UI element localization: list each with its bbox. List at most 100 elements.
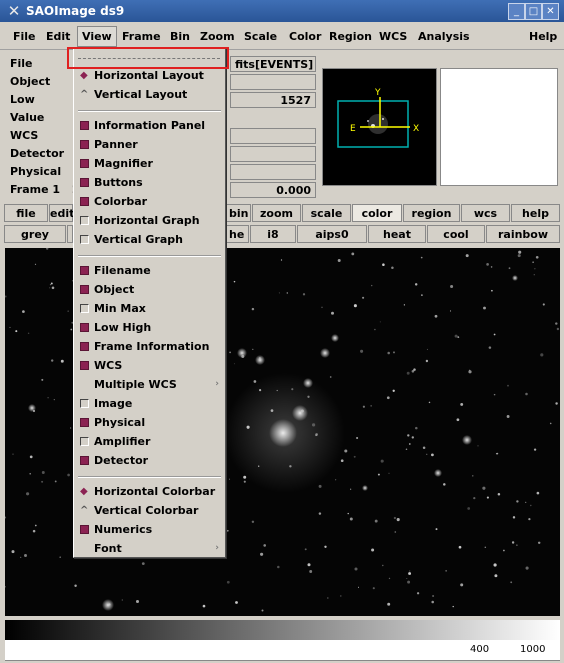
star <box>353 455 356 458</box>
button-grey[interactable]: grey <box>4 225 66 243</box>
star <box>27 332 30 335</box>
colorbar[interactable] <box>5 620 560 640</box>
menu-color[interactable]: Color <box>289 30 321 43</box>
menu-item-horizontal-graph[interactable]: Horizontal Graph <box>78 212 223 229</box>
minimize-icon[interactable]: _ <box>508 3 525 20</box>
menu-item-label: Horizontal Graph <box>94 214 200 227</box>
button-file[interactable]: file <box>4 204 48 222</box>
button-i8[interactable]: i8 <box>250 225 296 243</box>
menu-item-numerics[interactable]: Numerics <box>78 521 223 538</box>
panner[interactable]: Y E X <box>322 68 437 186</box>
star <box>555 402 558 405</box>
menu-analysis[interactable]: Analysis <box>418 30 470 43</box>
menu-item-label: Magnifier <box>94 157 153 170</box>
star <box>34 263 37 265</box>
star <box>300 409 304 413</box>
menu-item-colorbar[interactable]: Colorbar <box>78 193 223 210</box>
menu-item-label: Image <box>94 397 133 410</box>
star <box>425 359 429 363</box>
menu-bin[interactable]: Bin <box>170 30 190 43</box>
menu-item-vertical-colorbar[interactable]: ^ Vertical Colorbar <box>78 502 223 519</box>
star <box>349 517 353 521</box>
star <box>228 478 231 480</box>
star <box>307 563 311 567</box>
star <box>534 268 536 270</box>
button-edit[interactable]: edit <box>49 204 74 222</box>
star <box>472 475 474 477</box>
star <box>302 293 306 296</box>
menu-item-physical[interactable]: Physical <box>78 414 223 431</box>
menu-item-wcs[interactable]: WCS <box>78 357 223 374</box>
star <box>510 581 513 584</box>
star <box>387 351 390 355</box>
menu-item-font[interactable]: Font › <box>78 540 223 557</box>
star <box>347 512 349 515</box>
menu-item-multiple-wcs[interactable]: Multiple WCS › <box>78 376 223 393</box>
menu-scale[interactable]: Scale <box>244 30 277 43</box>
button-wcs[interactable]: wcs <box>461 204 510 222</box>
button-help[interactable]: help <box>511 204 560 222</box>
star <box>280 259 283 261</box>
menu-item-object[interactable]: Object <box>78 281 223 298</box>
menu-item-frame-information[interactable]: Frame Information <box>78 338 223 355</box>
menu-region[interactable]: Region <box>329 30 372 43</box>
menu-item-vertical-layout[interactable]: ^ Vertical Layout <box>78 86 223 103</box>
button-he[interactable]: he <box>226 225 249 243</box>
star <box>394 531 397 533</box>
star <box>70 328 73 331</box>
button-bin[interactable]: bin <box>226 204 251 222</box>
menu-item-min-max[interactable]: Min Max <box>78 300 223 317</box>
checkbox-unchecked-icon <box>80 235 89 244</box>
menu-item-image[interactable]: Image <box>78 395 223 412</box>
button-aips0[interactable]: aips0 <box>297 225 367 243</box>
menu-frame[interactable]: Frame <box>122 30 161 43</box>
submenu-arrow-icon: › <box>215 543 219 553</box>
star <box>416 592 420 595</box>
checkbox-checked-icon <box>80 197 89 206</box>
star <box>468 370 472 374</box>
button-scale[interactable]: scale <box>302 204 351 222</box>
maximize-icon[interactable]: □ <box>525 3 542 20</box>
menu-item-horizontal-colorbar[interactable]: ◆ Horizontal Colorbar <box>78 483 223 500</box>
menu-help[interactable]: Help <box>529 30 557 43</box>
star <box>549 422 552 425</box>
button-rainbow[interactable]: rainbow <box>486 225 560 243</box>
menu-file[interactable]: File <box>13 30 36 43</box>
menu-item-low-high[interactable]: Low High <box>78 319 223 336</box>
button-cool[interactable]: cool <box>427 225 485 243</box>
close-icon[interactable]: ✕ <box>542 3 559 20</box>
menu-wcs[interactable]: WCS <box>379 30 407 43</box>
low-field: 1527 <box>230 92 316 108</box>
menu-view[interactable]: View <box>77 26 117 47</box>
button-zoom[interactable]: zoom <box>252 204 301 222</box>
menu-item-vertical-graph[interactable]: Vertical Graph <box>78 231 223 248</box>
menu-zoom[interactable]: Zoom <box>200 30 235 43</box>
star <box>251 520 255 524</box>
star <box>233 363 235 365</box>
star <box>379 321 381 323</box>
menu-item-panner[interactable]: Panner <box>78 136 223 153</box>
menu-item-magnifier[interactable]: Magnifier <box>78 155 223 172</box>
colorbar-axis: 400 1000 <box>5 640 560 661</box>
button-region[interactable]: region <box>403 204 460 222</box>
menu-item-detector[interactable]: Detector <box>78 452 223 469</box>
button-heat[interactable]: heat <box>368 225 426 243</box>
star <box>41 480 44 483</box>
menu-item-label: Detector <box>94 454 149 467</box>
menu-item-label: Frame Information <box>94 340 210 353</box>
menu-item-filename[interactable]: Filename <box>78 262 223 279</box>
menu-edit[interactable]: Edit <box>46 30 70 43</box>
star <box>289 465 292 468</box>
menu-item-buttons[interactable]: Buttons <box>78 174 223 191</box>
star <box>421 294 423 296</box>
menu-item-amplifier[interactable]: Amplifier <box>78 433 223 450</box>
app-icon[interactable]: ✕ <box>6 3 22 19</box>
star <box>253 380 257 383</box>
menu-item-information-panel[interactable]: Information Panel <box>78 117 223 134</box>
star <box>135 599 140 604</box>
info-label-wcs: WCS <box>10 129 39 142</box>
star <box>67 310 69 312</box>
button-color[interactable]: color <box>352 204 402 222</box>
star <box>372 587 375 590</box>
menu-item-horizontal-layout[interactable]: ◆ Horizontal Layout <box>78 67 223 84</box>
